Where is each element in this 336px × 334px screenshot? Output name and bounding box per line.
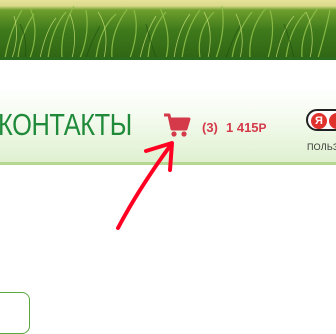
nav-item-contacts[interactable]: КОНТАКТЫ <box>0 107 132 143</box>
shopping-cart-icon[interactable] <box>162 112 192 140</box>
cart-item-count[interactable]: (3) <box>202 120 218 135</box>
users-caption: ПОЛЬЗОВ <box>307 142 336 152</box>
banner-bottom-border <box>0 57 336 60</box>
yandex-logo-icon: Я <box>311 113 327 129</box>
yandex-login-badge[interactable]: Я <box>306 109 336 131</box>
menu-bar-bottom-border <box>0 162 336 165</box>
content-panel <box>0 292 30 334</box>
grass-banner-image <box>4 5 331 58</box>
header-grass-banner <box>0 0 336 58</box>
yandex-secondary-icon <box>329 113 336 129</box>
currency-sign: Р <box>258 121 267 135</box>
cart-total-amount[interactable]: 1 415 <box>226 120 259 135</box>
cart-total[interactable]: 1 415Р <box>226 120 267 135</box>
cart-widget[interactable]: (3) 1 415Р <box>162 112 267 140</box>
